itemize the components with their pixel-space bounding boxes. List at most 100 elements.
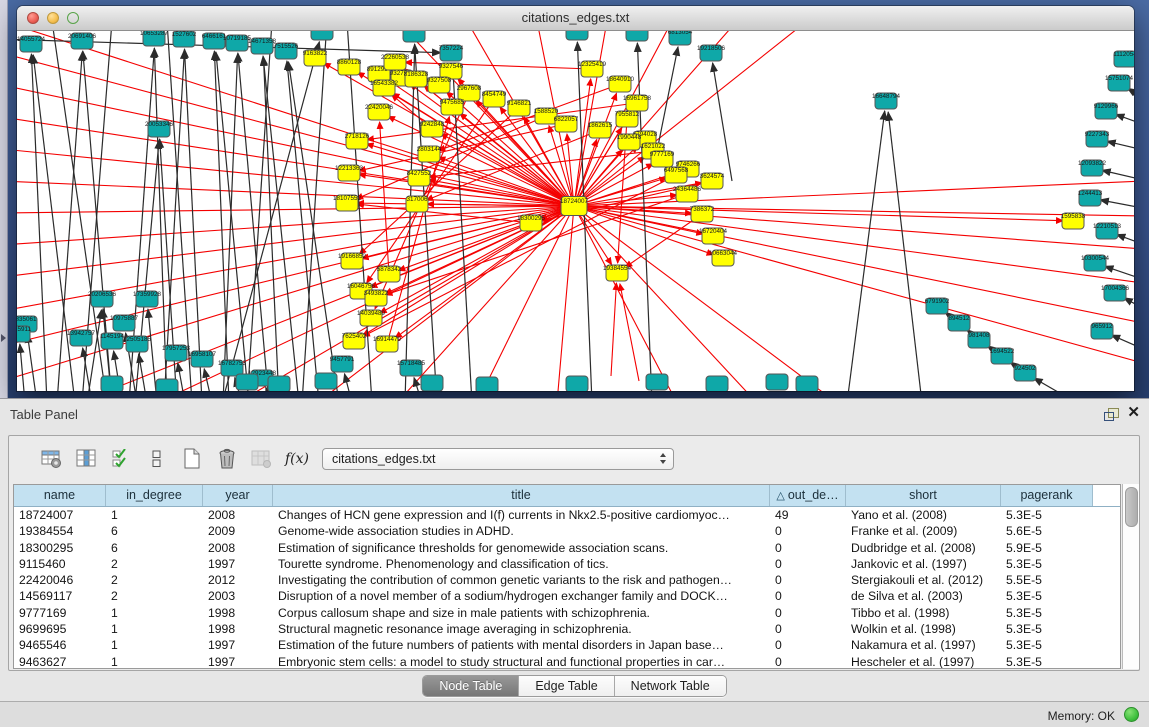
network-edge[interactable]	[574, 206, 1134, 363]
network-edge[interactable]	[178, 363, 185, 391]
network-edge[interactable]	[184, 49, 202, 391]
column-header-year[interactable]: year	[203, 485, 273, 506]
network-edge[interactable]	[247, 31, 272, 391]
network-edge[interactable]	[405, 62, 592, 69]
network-node[interactable]	[315, 373, 337, 389]
tab-network-table[interactable]: Network Table	[615, 676, 726, 696]
tab-node-table[interactable]: Node Table	[423, 676, 519, 696]
table-row[interactable]: 1830029562008Estimation of significance …	[14, 540, 1120, 556]
network-edge[interactable]	[20, 344, 25, 391]
network-edge[interactable]	[574, 206, 1134, 323]
network-edge[interactable]	[620, 284, 639, 381]
table-row[interactable]: 2242004622012Investigating the contribut…	[14, 572, 1120, 588]
network-node[interactable]	[476, 377, 498, 391]
column-header-title[interactable]: title	[273, 485, 770, 506]
table-scrollbar-thumb[interactable]	[1125, 487, 1138, 527]
network-node[interactable]	[626, 31, 648, 41]
network-node[interactable]	[646, 374, 668, 390]
tab-edge-table[interactable]: Edge Table	[519, 676, 614, 696]
table-row[interactable]: 946362711997Embryonic stem cells: a mode…	[14, 654, 1120, 669]
network-node-label: 6813054	[668, 31, 693, 36]
select-columns-icon[interactable]	[109, 447, 135, 471]
network-edge[interactable]	[574, 31, 807, 206]
network-edge[interactable]	[657, 47, 678, 151]
network-edge[interactable]	[1111, 335, 1134, 351]
network-edge[interactable]	[148, 309, 157, 391]
table-scrollbar[interactable]	[1122, 484, 1139, 669]
import-table-icon[interactable]	[249, 447, 275, 471]
close-traffic-light-icon[interactable]	[27, 12, 39, 24]
network-edge[interactable]	[574, 206, 1134, 249]
zoom-traffic-light-icon[interactable]	[67, 12, 79, 24]
network-edge[interactable]	[847, 111, 885, 391]
network-edge[interactable]	[405, 45, 415, 391]
column-visibility-icon[interactable]	[74, 447, 100, 471]
network-canvas[interactable]: 1872400791638228860128891295422260538932…	[17, 31, 1134, 391]
network-node[interactable]	[766, 374, 788, 390]
network-edge[interactable]	[574, 206, 757, 391]
network-edge[interactable]	[362, 206, 574, 259]
network-edge[interactable]	[344, 374, 352, 391]
network-edge[interactable]	[1115, 114, 1134, 126]
network-edge[interactable]	[557, 206, 574, 391]
network-edge[interactable]	[1102, 170, 1134, 181]
network-node[interactable]	[236, 374, 258, 390]
row-options-icon[interactable]	[144, 447, 170, 471]
delete-icon[interactable]	[214, 447, 240, 471]
network-node[interactable]	[101, 376, 123, 391]
network-edge[interactable]	[713, 63, 732, 181]
memory-ok-indicator-icon[interactable]	[1124, 707, 1139, 722]
new-file-icon[interactable]	[179, 447, 205, 471]
table-selector-dropdown[interactable]: citations_edges.txt	[322, 448, 674, 470]
network-edge[interactable]	[1116, 234, 1134, 246]
column-header-short[interactable]: short	[846, 485, 1001, 506]
network-edge[interactable]	[139, 354, 147, 391]
network-edge[interactable]	[302, 31, 327, 391]
table-row[interactable]: 977716911998Corpus callosum shape and si…	[14, 605, 1120, 621]
network-node[interactable]	[421, 375, 443, 391]
table-mode-icon[interactable]	[39, 447, 65, 471]
network-node-label: 22260538	[381, 54, 410, 61]
network-edge[interactable]	[1100, 200, 1134, 209]
table-row[interactable]: 911546021997Tourette syndrome. Phenomeno…	[14, 556, 1120, 572]
column-header-in-degree[interactable]: in_degree	[106, 485, 203, 506]
panel-collapse-arrow-icon[interactable]	[1, 334, 6, 342]
network-edge[interactable]	[1034, 378, 1077, 391]
network-edge[interactable]	[287, 61, 319, 391]
network-edge[interactable]	[574, 206, 677, 391]
float-window-icon[interactable]	[1104, 408, 1119, 421]
network-node[interactable]	[566, 31, 588, 40]
network-graph[interactable]: 1872400791638228860128891295422260538932…	[17, 31, 1134, 391]
network-node[interactable]	[156, 379, 178, 391]
network-edge[interactable]	[888, 112, 922, 391]
network-edge[interactable]	[625, 214, 702, 267]
network-edge[interactable]	[214, 51, 229, 391]
network-node-label: 14055724	[17, 36, 45, 43]
network-node[interactable]	[566, 376, 588, 391]
column-header-out-de-[interactable]: △out_de…	[770, 485, 846, 506]
function-builder-icon[interactable]: f(x)	[284, 447, 310, 471]
network-node[interactable]	[796, 376, 818, 391]
network-edge[interactable]	[263, 56, 299, 391]
table-row[interactable]: 946554611997Estimation of the future num…	[14, 637, 1120, 653]
network-edge[interactable]	[164, 50, 184, 391]
network-edge[interactable]	[395, 206, 574, 338]
network-node[interactable]	[268, 376, 290, 391]
table-row[interactable]: 1456911722003Disruption of a novel membe…	[14, 588, 1120, 604]
table-row[interactable]: 1938455462009Genome-wide association stu…	[14, 523, 1120, 539]
minimize-traffic-light-icon[interactable]	[47, 12, 59, 24]
network-node-label: 7386372	[690, 206, 715, 213]
network-node[interactable]	[311, 31, 333, 40]
table-row[interactable]: 1872400712008Changes of HCN gene express…	[14, 507, 1120, 523]
network-window-titlebar[interactable]: citations_edges.txt	[17, 6, 1134, 31]
column-header-pagerank[interactable]: pagerank	[1001, 485, 1093, 506]
network-edge[interactable]	[1107, 141, 1134, 151]
network-edge[interactable]	[611, 283, 616, 376]
close-panel-icon[interactable]: ✕	[1127, 404, 1140, 422]
table-cell: 0	[770, 605, 846, 621]
network-node[interactable]	[706, 376, 728, 391]
table-row[interactable]: 969969511998Structural magnetic resonanc…	[14, 621, 1120, 637]
network-edge[interactable]	[429, 151, 653, 177]
network-edge[interactable]	[27, 334, 37, 391]
column-header-name[interactable]: name	[14, 485, 106, 506]
